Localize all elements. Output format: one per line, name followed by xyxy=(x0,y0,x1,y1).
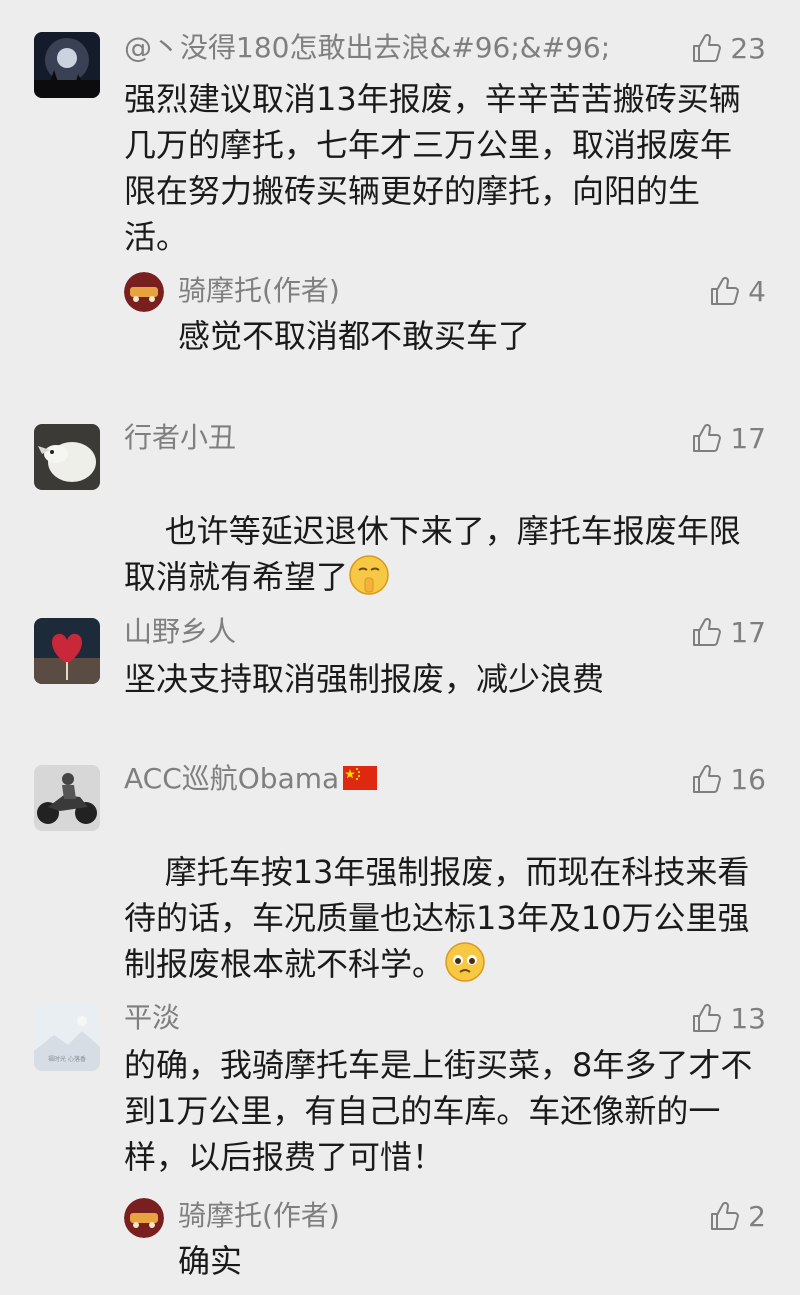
like-count: 16 xyxy=(730,762,766,796)
comment-author[interactable]: 行者小丑 xyxy=(124,418,236,458)
author-avatar[interactable] xyxy=(124,272,164,312)
thumbs-up-icon xyxy=(693,617,722,646)
avatar[interactable] xyxy=(34,424,100,490)
like-count: 13 xyxy=(730,1001,766,1035)
comment-author-name: ACC巡航Obama xyxy=(124,762,340,795)
reply-author[interactable]: 骑摩托(作者) xyxy=(178,1196,340,1236)
like-count: 17 xyxy=(730,615,766,649)
like-count: 23 xyxy=(730,31,766,65)
reply-text: 确实 xyxy=(178,1242,243,1280)
like-count: 2 xyxy=(748,1199,766,1233)
comment-text: 强烈建议取消13年报废，辛辛苦苦搬砖买辆几万的摩托，七年才三万公里，取消报废年限… xyxy=(124,80,741,256)
like-button[interactable]: 23 xyxy=(690,26,766,70)
thumbs-up-icon xyxy=(693,33,722,62)
author-avatar[interactable] xyxy=(124,1198,164,1238)
comment-text: 坚决支持取消强制报废，减少浪费 xyxy=(124,660,605,698)
comment-author[interactable]: @丶没得180怎敢出去浪&#96;&#96; xyxy=(124,28,610,68)
like-button[interactable]: 17 xyxy=(690,610,766,654)
like-button[interactable]: 2 xyxy=(708,1194,766,1238)
comment-text-body: 也许等延迟退休下来了，摩托车报废年限取消就有希望了 xyxy=(124,512,741,596)
like-button[interactable]: 17 xyxy=(690,416,766,460)
comment-author[interactable]: 平淡 xyxy=(124,998,180,1038)
comment-text: 的确，我骑摩托车是上街买菜，8年多了才不到1万公里，有自己的车库。车还像新的一样… xyxy=(124,1046,753,1176)
like-button[interactable]: 4 xyxy=(708,269,766,313)
like-count: 4 xyxy=(748,274,766,308)
thumbs-up-icon xyxy=(711,276,740,305)
thumbs-up-icon xyxy=(693,1003,722,1032)
avatar[interactable] xyxy=(34,32,100,98)
avatar[interactable]: 福时光 心落香 xyxy=(34,1005,100,1071)
china-flag-icon xyxy=(343,761,378,801)
avatar[interactable] xyxy=(34,765,100,831)
like-button[interactable]: 16 xyxy=(690,757,766,801)
comment-text-body: 摩托车按13年强制报废，而现在科技来看待的话，车况质量也达标13年及10万公里强… xyxy=(124,853,750,983)
thumbs-up-icon xyxy=(693,423,722,452)
like-count: 17 xyxy=(730,421,766,455)
comment-author[interactable]: 山野乡人 xyxy=(124,612,236,652)
avatar-caption: 福时光 心落香 xyxy=(48,1055,86,1063)
pleading-face-icon xyxy=(444,941,486,995)
comment-author[interactable]: ACC巡航Obama xyxy=(124,759,378,801)
comment-text: 摩托车按13年强制报废，而现在科技来看待的话，车况质量也达标13年及10万公里强… xyxy=(124,803,760,1041)
thumbs-up-icon xyxy=(711,1201,740,1230)
shushing-face-icon xyxy=(348,554,390,608)
avatar[interactable] xyxy=(34,618,100,684)
like-button[interactable]: 13 xyxy=(690,996,766,1040)
reply-author[interactable]: 骑摩托(作者) xyxy=(178,271,340,311)
thumbs-up-icon xyxy=(693,764,722,793)
reply-text: 感觉不取消都不敢买车了 xyxy=(178,317,531,355)
